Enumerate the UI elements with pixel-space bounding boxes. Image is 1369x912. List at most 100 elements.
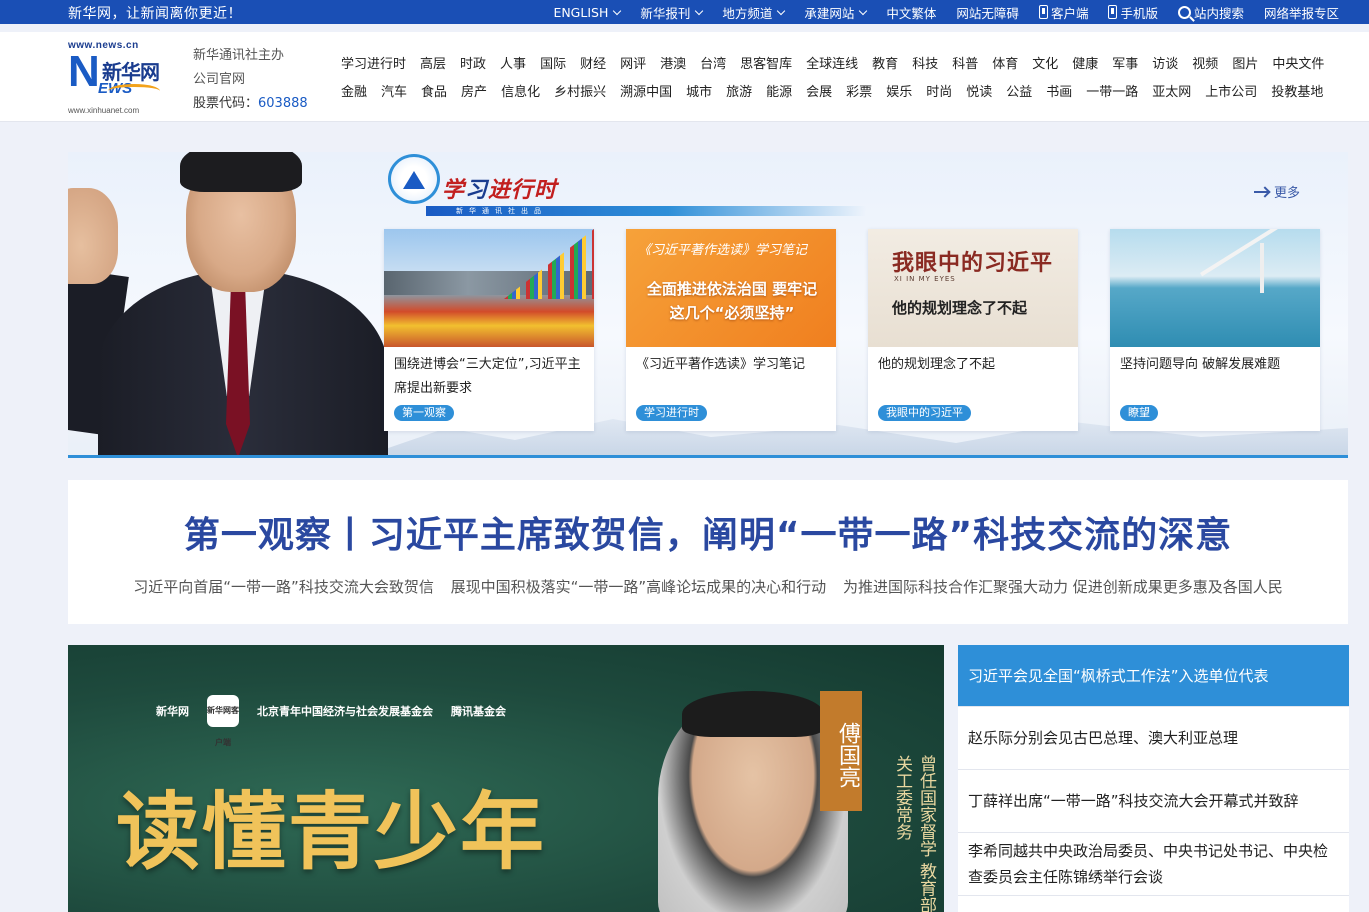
stock-code[interactable]: 603888 [258,96,308,111]
card-tag[interactable]: 我眼中的习近平 [878,405,971,421]
partner-logos: 新华网 新华网客户端 北京青年中国经济与社会发展基金会 腾讯基金会 [156,695,506,747]
graphic-headline: 全面推进依法治国 要牢记这几个“必须坚持” [646,280,818,322]
featured-video[interactable]: 新华网 新华网客户端 北京青年中国经济与社会发展基金会 腾讯基金会 读懂青少年 … [68,645,944,912]
nav-item[interactable]: 城市 [679,81,719,100]
news-list: 习近平会见全国“枫桥式工作法”入选单位代表 赵乐际分别会见古巴总理、澳大利亚总理… [958,645,1349,912]
nav-item[interactable]: 娱乐 [879,81,919,100]
list-item[interactable]: 赵乐际分别会见古巴总理、澳大利亚总理 [958,707,1349,770]
nav-item[interactable]: 中央文件 [1265,53,1331,72]
nav-item[interactable]: 金融 [334,81,374,100]
nav-item[interactable]: 公益 [999,81,1039,100]
guest-name: 傅国亮 [820,691,862,811]
card-tag[interactable]: 学习进行时 [636,405,707,421]
chevron-down-icon [777,6,786,15]
nav-item[interactable]: 视频 [1185,53,1225,72]
top-nav-mobile[interactable]: 手机版 [1098,0,1168,24]
card-tag[interactable]: 第一观察 [394,405,454,421]
nav-item[interactable]: 图片 [1225,53,1265,72]
nav-item[interactable]: 思客智库 [733,53,799,72]
search-icon [1177,5,1191,19]
nav-item[interactable]: 时政 [453,53,493,72]
top-nav-accessibility[interactable]: 网站无障碍 [946,0,1029,24]
nav-item[interactable]: 网评 [613,53,653,72]
nav-item[interactable]: 一带一路 [1079,81,1145,100]
banner-card[interactable]: 坚持问题导向 破解发展难题 瞭望 [1110,229,1320,431]
top-nav-label: 站内搜索 [1193,5,1244,21]
nav-item[interactable]: 食品 [414,81,454,100]
card-title: 坚持问题导向 破解发展难题 [1120,357,1281,372]
top-nav-local-channels[interactable]: 地方频道 [712,0,794,24]
partner-logo: 北京青年中国经济与社会发展基金会 [257,705,433,718]
nav-item[interactable]: 溯源中国 [613,81,679,100]
nav-item[interactable]: 房产 [454,81,494,100]
expo-photo [384,229,594,347]
top-nav-search[interactable]: 站内搜索 [1168,0,1254,24]
nav-item[interactable]: 台湾 [693,53,733,72]
top-nav-client[interactable]: 客户端 [1029,0,1099,24]
nav-item[interactable]: 上市公司 [1198,81,1264,100]
nav-item[interactable]: 文化 [1025,53,1065,72]
nav-item[interactable]: 旅游 [719,81,759,100]
nav-item[interactable]: 国际 [533,53,573,72]
nav-item[interactable]: 财经 [573,53,613,72]
list-item[interactable]: 习近平会见全国“枫桥式工作法”入选单位代表 [958,645,1349,707]
banner-subtitle: 新华通讯社出品 [426,206,866,216]
nav-item[interactable]: 乡村振兴 [547,81,613,100]
list-item[interactable]: 李希同越共中央政治局委员、中央书记处书记、中央检查委员会主任陈锦绣举行会谈 [958,833,1349,896]
nav-item[interactable]: 会展 [799,81,839,100]
nav-item[interactable]: 亚太网 [1145,81,1198,100]
headline-sublink[interactable]: 展现中国积极落实“一带一路”高峰论坛成果的决心和行动 [451,578,827,596]
top-nav-english[interactable]: ENGLISH [543,0,630,24]
main-nav-row: 学习进行时 高层 时政 人事 国际 财经 网评 港澳 台湾 思客智库 全球连线 教育 科技 科普 体育 文化健… [334,48,1354,76]
top-nav-newspapers[interactable]: 新华报刊 [630,0,712,24]
headline-sublink[interactable]: 习近平向首届“一带一路”科技交流大会致贺信 [133,578,434,596]
mobile-icon [1108,5,1118,19]
nav-item[interactable]: 访谈 [1145,53,1185,72]
headline-title[interactable]: 第一观察丨习近平主席致贺信，阐明“一带一路”科技交流的深意 [68,506,1348,558]
banner-title-block[interactable]: 学习进行时 新华通讯社出品 [386,152,866,222]
graphic-caption-en: XI IN MY EYES [894,275,956,283]
nav-item[interactable]: 港澳 [653,53,693,72]
logo-url-bottom: www.xinhuanet.com [68,106,140,115]
nav-item[interactable]: 彩票 [839,81,879,100]
site-logo[interactable]: www.news.cn N 新华网 EWS www.xinhuanet.com [68,40,160,116]
nav-item[interactable]: 全球连线 [799,53,865,72]
headline-box: 第一观察丨习近平主席致贺信，阐明“一带一路”科技交流的深意 习近平向首届“一带一… [68,480,1348,624]
card-tag[interactable]: 瞭望 [1120,405,1158,421]
top-nav-label: 中文繁体 [886,5,937,21]
nav-item[interactable]: 科技 [905,53,945,72]
more-label: 更多 [1273,186,1300,201]
xi-in-my-eyes-graphic: 我眼中的习近平 XI IN MY EYES 他的规划理念了不起 [868,229,1078,347]
leader-photo[interactable] [68,152,388,458]
nav-item[interactable]: 体育 [985,53,1025,72]
nav-item[interactable]: 信息化 [494,81,547,100]
nav-item[interactable]: 健康 [1065,53,1105,72]
nav-item[interactable]: 学习进行时 [334,53,413,72]
banner-card[interactable]: 我眼中的习近平 XI IN MY EYES 他的规划理念了不起 他的规划理念了不… [868,229,1078,431]
nav-item[interactable]: 高层 [413,53,453,72]
photo-flags [504,229,594,299]
top-nav-report[interactable]: 网络举报专区 [1254,0,1349,24]
nav-item[interactable]: 汽车 [374,81,414,100]
card-title: 他的规划理念了不起 [878,357,996,372]
nav-item[interactable]: 人事 [493,53,533,72]
nav-item[interactable]: 军事 [1105,53,1145,72]
nav-item[interactable]: 科普 [945,53,985,72]
nav-item[interactable]: 教育 [865,53,905,72]
nav-item[interactable]: 悦读 [959,81,999,100]
stock-label: 股票代码： [193,96,259,111]
logo-letter: N [68,47,100,96]
list-item[interactable]: 丁薛祥出席“一带一路”科技交流大会开幕式并致辞 [958,770,1349,833]
more-link[interactable]: 更多 [1253,182,1300,201]
banner-card[interactable]: 《习近平著作选读》学习笔记 全面推进依法治国 要牢记这几个“必须坚持” 《习近平… [626,229,836,431]
headline-sublink[interactable]: 为推进国际科技合作汇聚强大动力 促进创新成果更多惠及各国人民 [843,578,1283,596]
top-nav-traditional[interactable]: 中文繁体 [876,0,946,24]
banner-card[interactable]: 围绕进博会“三大定位”,习近平主席提出新要求 第一观察 [384,229,594,431]
site-header: www.news.cn N 新华网 EWS www.xinhuanet.com … [0,32,1369,122]
nav-item[interactable]: 投教基地 [1264,81,1330,100]
nav-item[interactable]: 能源 [759,81,799,100]
nav-item[interactable]: 时尚 [919,81,959,100]
top-nav-built-sites[interactable]: 承建网站 [794,0,876,24]
nav-item[interactable]: 书画 [1039,81,1079,100]
sponsor-line: 公司官网 [193,72,246,87]
